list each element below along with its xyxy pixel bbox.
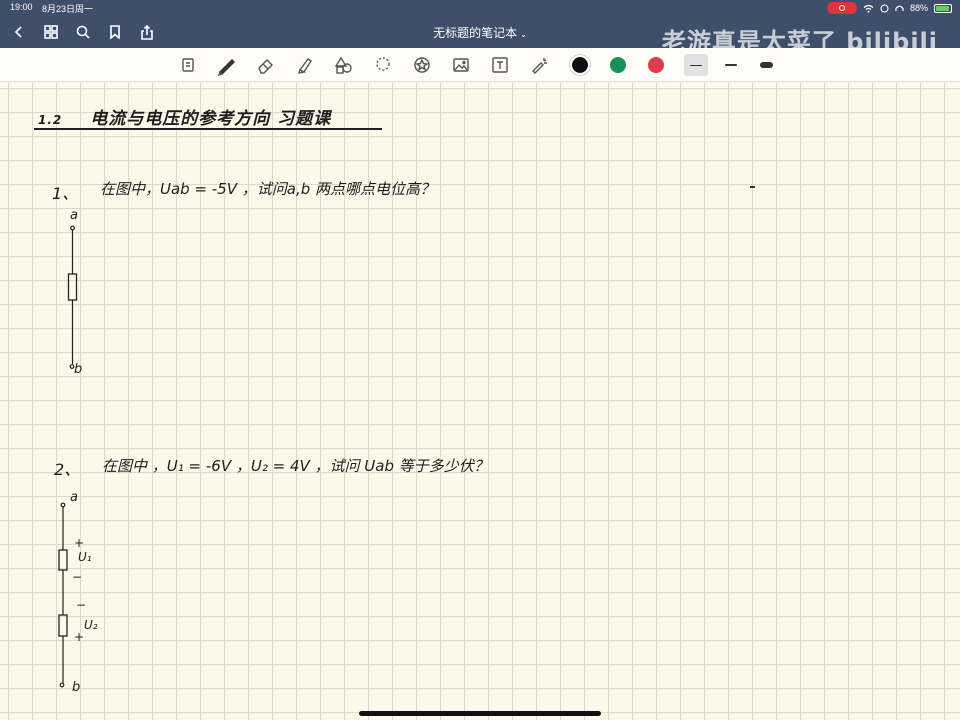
- laser-icon[interactable]: [519, 52, 558, 78]
- q1-circuit-diagram: [67, 225, 78, 369]
- lasso-icon[interactable]: [363, 52, 402, 78]
- color-swatch-black[interactable]: [570, 55, 590, 75]
- sticker-icon[interactable]: [402, 52, 441, 78]
- question-1-number: 1、: [52, 184, 79, 203]
- heading-underline: [34, 128, 382, 130]
- image-icon[interactable]: [441, 52, 480, 78]
- status-date: 8月23日周一: [42, 4, 94, 14]
- chevron-down-icon: ⌄: [520, 30, 527, 39]
- drawing-toolbar: [0, 48, 960, 82]
- shapes-icon[interactable]: [324, 52, 363, 78]
- wifi-icon: [863, 4, 874, 13]
- stroke-size-medium[interactable]: [719, 54, 743, 76]
- color-swatch-red[interactable]: [648, 57, 664, 73]
- status-indicators: 88%: [826, 2, 952, 14]
- r2-voltage-label: U₂: [84, 618, 98, 632]
- lock-rotation-icon: [880, 3, 889, 13]
- top-navigation-bar: 19:00 8月23日周一 88% 无标题的笔记本 ⌄ 老游真是太菜了 bilib…: [0, 0, 960, 56]
- screen-recording-icon: [826, 2, 857, 14]
- battery-icon: [934, 3, 952, 13]
- pen-icon[interactable]: [207, 52, 246, 78]
- home-indicator[interactable]: [359, 711, 601, 716]
- heading-text: 电流与电压的参考方向 习题课: [90, 109, 332, 129]
- question-2-number: 2、: [54, 460, 81, 479]
- q1-node-a-label: a: [70, 208, 78, 223]
- color-swatch-green[interactable]: [610, 57, 626, 73]
- stroke-size-thin[interactable]: [684, 54, 708, 76]
- eraser-icon[interactable]: [246, 52, 285, 78]
- stroke-size-thick[interactable]: [754, 54, 778, 76]
- headphones-icon: [895, 5, 904, 11]
- q2-circuit-diagram: [58, 502, 68, 688]
- stray-mark: [750, 186, 755, 188]
- text-icon[interactable]: [480, 52, 519, 78]
- status-time: 19:00: [10, 2, 33, 12]
- heading-number: 1.2: [38, 113, 63, 127]
- page-icon[interactable]: [168, 52, 207, 78]
- note-heading: 1.2 电流与电压的参考方向 习题课: [38, 104, 331, 129]
- battery-percent: 88%: [909, 3, 928, 13]
- highlighter-icon[interactable]: [285, 52, 324, 78]
- question-2-text: 在图中 ，U₁ = -6V ，U₂ = 4V ，试问 Uab 等于多少伏？: [102, 457, 489, 475]
- question-1-text: 在图中，Uab = -5V ，试问a,b 两点哪点电位高？: [100, 180, 436, 198]
